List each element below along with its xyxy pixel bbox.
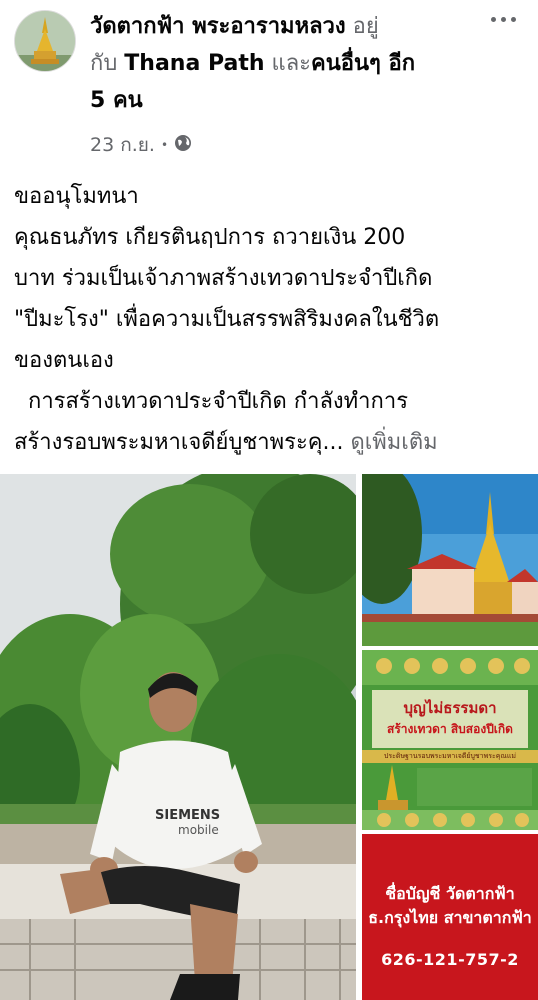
poster-banner: ประดิษฐานรอบพระมหาเจดีย์บูชาพระคุณแม่	[383, 752, 517, 760]
golden-pagoda-photo	[362, 474, 538, 646]
poster-subheadline: สร้างเทวดา สิบสองปีเกิด	[387, 722, 513, 736]
temple-photo[interactable]	[362, 474, 538, 646]
account-name: ชื่อบัญชี วัดตากฟ้า	[385, 884, 515, 903]
page-avatar[interactable]	[14, 10, 76, 72]
post-line-2: คุณธนภัทร เกียรตินฤปการ ถวายเงิน 200	[14, 225, 406, 250]
others-count-link[interactable]: 5 คน	[90, 88, 143, 113]
post-line-1: ขออนุโมทนา	[14, 184, 139, 209]
poster-headline: บุญไม่ธรรมดา	[403, 699, 497, 717]
timestamp-link[interactable]: 23 ก.ย.	[90, 130, 155, 160]
account-number: 626-121-757-2	[381, 950, 519, 969]
with-text: อยู่	[345, 14, 379, 39]
with-text-2: กับ	[90, 51, 125, 76]
tagged-person-link[interactable]: Thana Path	[124, 51, 264, 76]
globe-icon[interactable]	[174, 134, 192, 157]
main-photo[interactable]: SIEMENS mobile	[0, 474, 356, 1000]
man-sitting-photo: SIEMENS mobile	[0, 474, 356, 1000]
and-text: และ	[264, 51, 312, 76]
svg-text:mobile: mobile	[178, 823, 219, 837]
page-name-link[interactable]: วัดตากฟ้า พระอารามหลวง	[90, 14, 346, 39]
others-link[interactable]: คนอื่นๆ อีก	[311, 51, 415, 76]
bank-branch: ธ.กรุงไทย สาขาตากฟ้า	[368, 908, 532, 927]
merit-poster[interactable]: บุญไม่ธรรมดา สร้างเทวดา สิบสองปีเกิด ประ…	[362, 650, 538, 830]
post-header-title: วัดตากฟ้า พระอารามหลวง อยู่ กับ Thana Pa…	[90, 8, 480, 119]
post-line-7: สร้างรอบพระมหาเจดีย์บูชาพระคุ...	[14, 430, 344, 455]
post-line-6: การสร้างเทวดาประจำปีเกิด กำลังทำการ	[14, 389, 409, 414]
post-line-5: ของตนเอง	[14, 348, 114, 373]
poster-image	[362, 650, 538, 830]
see-more-link[interactable]: ดูเพิ่มเติม	[351, 430, 438, 455]
post-body: ขออนุโมทนา คุณธนภัทร เกียรตินฤปการ ถวายเ…	[14, 176, 529, 463]
more-options-icon[interactable]	[486, 10, 520, 28]
meta-separator: •	[160, 138, 169, 152]
pagoda-avatar-image	[15, 11, 75, 71]
svg-text:SIEMENS: SIEMENS	[155, 808, 220, 823]
post-line-3: บาท ร่วมเป็นเจ้าภาพสร้างเทวดาประจำปีเกิด	[14, 266, 433, 291]
post-line-4: "ปีมะโรง" เพื่อความเป็นสรรพสิริมงคลในชีว…	[14, 307, 440, 332]
bank-account-card[interactable]: ชื่อบัญชี วัดตากฟ้า ธ.กรุงไทย สาขาตากฟ้า…	[362, 834, 538, 1000]
post-meta: 23 ก.ย. •	[90, 130, 192, 160]
